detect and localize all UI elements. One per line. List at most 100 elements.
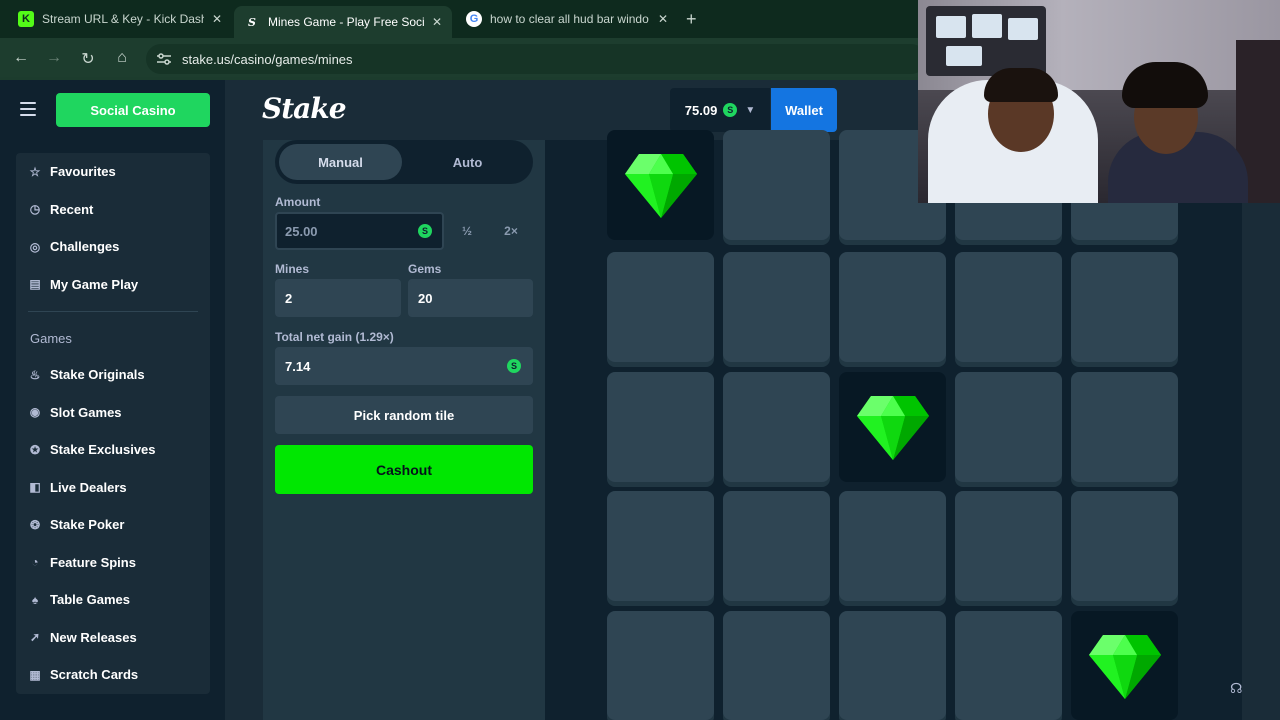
tile-hidden[interactable] <box>723 372 830 482</box>
tile-hidden[interactable] <box>1071 252 1178 362</box>
sidebar-item-stake-poker[interactable]: ❂ Stake Poker <box>16 506 210 544</box>
amount-value: 25.00 <box>285 223 318 239</box>
social-casino-button[interactable]: Social Casino <box>56 93 210 127</box>
mines-label: Mines <box>275 262 310 276</box>
tile-hidden[interactable] <box>955 491 1062 601</box>
sidebar-item-new-releases[interactable]: ➚ New Releases <box>16 619 210 657</box>
sidebar-item-label: New Releases <box>50 629 137 645</box>
chevron-down-icon: ▼ <box>745 104 756 116</box>
poker-chip-icon: ❂ <box>29 517 41 532</box>
sidebar-item-label: Recent <box>50 201 94 217</box>
url-field[interactable]: stake.us/casino/games/mines <box>146 44 926 74</box>
headset-icon[interactable]: ☊ <box>1230 680 1246 696</box>
badge-icon: ✪ <box>29 442 41 457</box>
tile-hidden[interactable] <box>723 252 830 362</box>
tile-hidden[interactable] <box>607 372 714 482</box>
spin-icon: ◔ <box>31 555 39 570</box>
tile-hidden[interactable] <box>723 130 830 240</box>
sidebar-item-label: My Game Play <box>50 276 139 292</box>
tile-gem[interactable] <box>1071 611 1178 720</box>
sidebar-item-stake-originals[interactable]: ♨ Stake Originals <box>16 356 210 394</box>
sidebar-item-my-game-play[interactable]: ▤ My Game Play <box>16 266 210 304</box>
tile-hidden[interactable] <box>723 491 830 601</box>
pick-random-tile-button[interactable]: Pick random tile <box>275 396 533 434</box>
flame-icon: ♨ <box>29 367 41 382</box>
sidebar-item-label: Stake Poker <box>50 517 125 533</box>
gems-field: 20 <box>408 279 533 317</box>
home-icon[interactable]: ⌂ <box>112 49 132 69</box>
tile-hidden[interactable] <box>607 611 714 720</box>
menu-icon[interactable] <box>20 102 36 116</box>
bet-mode-toggle: Manual Auto <box>275 140 533 184</box>
sidebar-item-challenges[interactable]: ◎ Challenges <box>16 228 210 266</box>
kick-favicon-icon: K <box>18 11 34 27</box>
forward-arrow-icon[interactable]: → <box>44 49 64 69</box>
close-icon[interactable]: ✕ <box>658 12 668 26</box>
sidebar-item-scratch-cards[interactable]: ▦ Scratch Cards <box>16 656 210 694</box>
sidebar-item-label: Slot Games <box>50 404 122 420</box>
sidebar-item-favourites[interactable]: ☆ Favourites <box>16 153 210 191</box>
net-gain-label: Total net gain (1.29×) <box>275 330 394 344</box>
tab-manual[interactable]: Manual <box>279 144 402 180</box>
sidebar-item-slot-games[interactable]: ◉ Slot Games <box>16 394 210 432</box>
sidebar-item-label: Stake Originals <box>50 367 145 383</box>
tab-kick-dashboard[interactable]: K Stream URL & Key - Kick Dashb ✕ <box>8 6 232 32</box>
webcam-person-left-hair <box>984 68 1058 102</box>
mines-select[interactable]: 2 <box>275 279 401 317</box>
tab-google-search[interactable]: G how to clear all hud bar windo ✕ <box>456 6 678 32</box>
tile-hidden[interactable] <box>955 252 1062 362</box>
tile-hidden[interactable] <box>955 372 1062 482</box>
tile-hidden[interactable] <box>723 611 830 720</box>
amount-input[interactable]: 25.00 S <box>275 212 444 250</box>
site-settings-icon[interactable] <box>156 52 172 66</box>
sidebar-item-label: Scratch Cards <box>50 667 139 683</box>
wallet-button[interactable]: Wallet <box>771 88 837 132</box>
tile-hidden[interactable] <box>839 491 946 601</box>
balance-amount: 75.09 <box>684 102 718 118</box>
tile-hidden[interactable] <box>1071 372 1178 482</box>
tab-mines-game[interactable]: S Mines Game - Play Free Social ✕ <box>234 6 452 38</box>
gems-label: Gems <box>408 262 442 276</box>
header-left-column: Social Casino <box>0 80 225 140</box>
tile-hidden[interactable] <box>607 252 714 362</box>
gem-icon <box>624 154 697 218</box>
sidebar-item-live-dealers[interactable]: ◧ Live Dealers <box>16 469 210 507</box>
sidebar-item-table-games[interactable]: ♠ Table Games <box>16 581 210 619</box>
google-favicon-icon: G <box>466 11 482 27</box>
half-bet-button[interactable]: ½ <box>446 212 488 250</box>
sidebar-item-stake-exclusives[interactable]: ✪ Stake Exclusives <box>16 431 210 469</box>
stake-logo[interactable]: Stake <box>262 92 347 125</box>
sweep-coin-icon: S <box>507 359 521 373</box>
net-gain-field: 7.14 S <box>275 347 533 385</box>
close-icon[interactable]: ✕ <box>432 15 442 29</box>
cards-icon: ♠ <box>31 592 39 607</box>
tile-hidden[interactable] <box>839 611 946 720</box>
tile-gem[interactable] <box>607 130 714 240</box>
new-tab-button[interactable]: + <box>686 9 697 30</box>
reload-icon[interactable]: ↻ <box>78 49 98 69</box>
close-icon[interactable]: ✕ <box>212 12 222 26</box>
sidebar-item-label: Favourites <box>50 164 116 180</box>
webcam-person-right-hair <box>1122 62 1208 108</box>
tab-label: Mines Game - Play Free Social <box>268 15 424 29</box>
tile-gem[interactable] <box>839 372 946 482</box>
back-arrow-icon[interactable]: ← <box>11 49 31 69</box>
dealer-icon: ◧ <box>29 480 41 495</box>
tile-hidden[interactable] <box>607 491 714 601</box>
right-edge-panel <box>1242 140 1280 720</box>
double-bet-button[interactable]: 2× <box>490 212 532 250</box>
tile-hidden[interactable] <box>839 252 946 362</box>
tab-label: how to clear all hud bar windo <box>490 12 649 26</box>
tab-label: Stream URL & Key - Kick Dashb <box>42 12 204 26</box>
cashout-button[interactable]: Cashout <box>275 445 533 494</box>
tile-hidden[interactable] <box>955 611 1062 720</box>
net-gain-value: 7.14 <box>285 358 311 374</box>
star-icon: ☆ <box>29 164 41 179</box>
scratch-icon: ▦ <box>29 667 41 682</box>
balance-selector[interactable]: 75.09 S ▼ <box>670 88 770 132</box>
tab-auto[interactable]: Auto <box>406 144 529 180</box>
slot-icon: ◉ <box>29 405 41 420</box>
tile-hidden[interactable] <box>1071 491 1178 601</box>
sidebar-item-feature-spins[interactable]: ◔ Feature Spins <box>16 544 210 582</box>
sidebar-item-recent[interactable]: ◷ Recent <box>16 191 210 229</box>
